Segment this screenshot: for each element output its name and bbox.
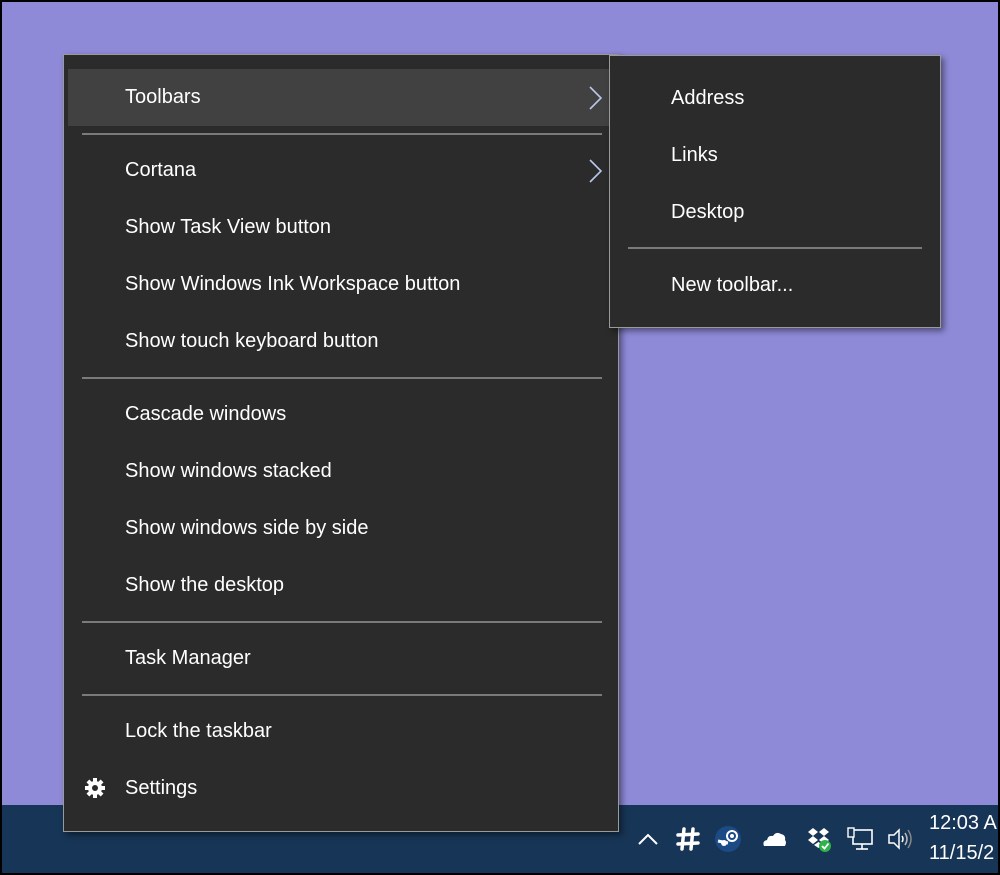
menu-item-cortana[interactable]: Cortana — [68, 142, 610, 199]
menu-item-label: Toolbars — [125, 86, 201, 108]
volume-icon[interactable] — [886, 825, 914, 853]
submenu-item-address[interactable]: Address — [610, 70, 940, 127]
menu-item-task-manager[interactable]: Task Manager — [68, 630, 610, 687]
menu-item-show-windows-stacked[interactable]: Show windows stacked — [68, 443, 610, 500]
menu-item-label: Show Task View button — [125, 216, 332, 238]
menu-item-label: Cascade windows — [125, 403, 287, 425]
menu-separator — [82, 377, 602, 379]
taskbar-context-menu: Toolbars Cortana Show Task View button S… — [63, 54, 619, 832]
submenu-item-links[interactable]: Links — [610, 127, 940, 184]
submenu-item-new-toolbar[interactable]: New toolbar... — [610, 257, 940, 314]
menu-item-label: Lock the taskbar — [125, 720, 272, 742]
menu-item-label: Task Manager — [125, 647, 251, 669]
menu-item-lock-the-taskbar[interactable]: Lock the taskbar — [68, 703, 610, 760]
submenu-item-label: New toolbar... — [671, 274, 794, 296]
menu-item-settings[interactable]: Settings — [68, 760, 610, 817]
menu-item-label: Show the desktop — [125, 574, 284, 596]
gear-icon — [85, 778, 105, 798]
menu-item-label: Settings — [125, 777, 198, 799]
menu-separator — [82, 133, 602, 135]
onedrive-icon[interactable] — [760, 825, 788, 853]
clock-date[interactable]: 11/15/2 — [929, 842, 994, 865]
chevron-right-icon — [589, 86, 603, 110]
menu-item-show-the-desktop[interactable]: Show the desktop — [68, 557, 610, 614]
menu-item-toolbars[interactable]: Toolbars — [68, 69, 610, 126]
menu-item-cascade-windows[interactable]: Cascade windows — [68, 386, 610, 443]
submenu-item-label: Links — [671, 144, 718, 166]
slack-icon[interactable] — [674, 825, 702, 853]
menu-separator — [82, 621, 602, 623]
clock-time[interactable]: 12:03 A — [929, 812, 997, 835]
menu-separator — [628, 247, 922, 249]
submenu-item-label: Address — [671, 87, 745, 109]
menu-item-label: Show windows stacked — [125, 460, 332, 482]
menu-item-show-windows-ink-workspace-button[interactable]: Show Windows Ink Workspace button — [68, 256, 610, 313]
steam-icon[interactable] — [714, 825, 742, 853]
show-hidden-icons-chevron-icon[interactable] — [634, 825, 662, 853]
menu-separator — [82, 694, 602, 696]
dropbox-icon[interactable] — [805, 825, 833, 853]
menu-item-show-task-view-button[interactable]: Show Task View button — [68, 199, 610, 256]
menu-item-label: Show touch keyboard button — [125, 330, 379, 352]
menu-item-label: Show Windows Ink Workspace button — [125, 273, 461, 295]
toolbars-submenu: Address Links Desktop New toolbar... — [609, 55, 941, 328]
network-icon[interactable] — [846, 825, 874, 853]
submenu-item-label: Desktop — [671, 201, 745, 223]
submenu-item-desktop[interactable]: Desktop — [610, 184, 940, 241]
chevron-right-icon — [589, 159, 603, 183]
menu-item-show-windows-side-by-side[interactable]: Show windows side by side — [68, 500, 610, 557]
menu-item-show-touch-keyboard-button[interactable]: Show touch keyboard button — [68, 313, 610, 370]
menu-item-label: Cortana — [125, 159, 197, 181]
menu-item-label: Show windows side by side — [125, 517, 369, 539]
